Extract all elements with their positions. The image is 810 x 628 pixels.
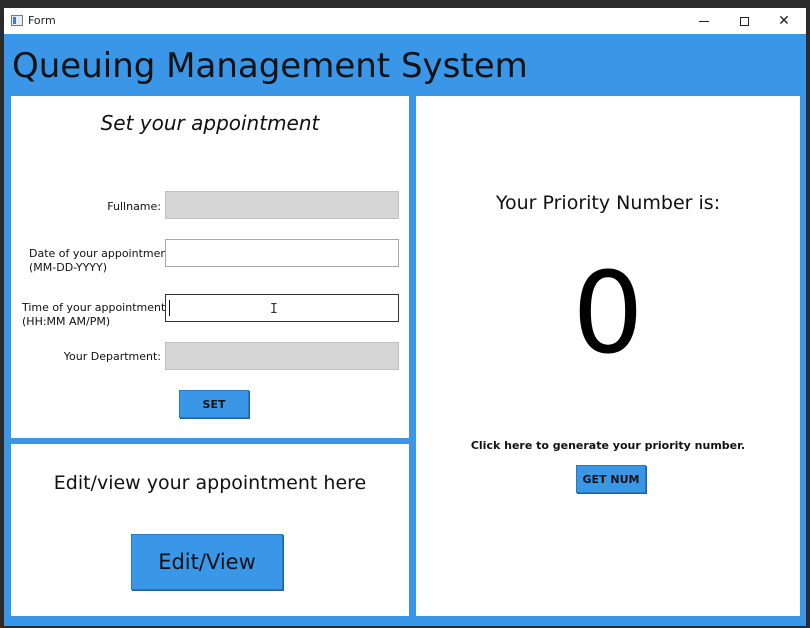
- window-app-icon: [11, 15, 23, 26]
- edit-view-panel: Edit/view your appointment here Edit/Vie…: [11, 444, 409, 616]
- close-icon: ✕: [778, 13, 790, 29]
- get-num-button[interactable]: GET NUM: [576, 465, 646, 493]
- priority-number-display: 0: [572, 249, 644, 379]
- edit-view-heading: Edit/view your appointment here: [53, 472, 367, 494]
- time-field[interactable]: I: [165, 294, 399, 322]
- date-label-line2: (MM-DD-YYYY): [29, 261, 108, 274]
- minimize-button[interactable]: [684, 8, 724, 34]
- i-beam-cursor-icon: I: [270, 302, 278, 317]
- department-label: Your Department:: [63, 350, 161, 363]
- department-field[interactable]: [165, 342, 399, 370]
- time-label-line1: Time of your appointment:: [22, 301, 169, 314]
- app-window: Form ✕ Queuing Management System Set you…: [4, 8, 806, 626]
- fullname-field[interactable]: [165, 191, 399, 219]
- maximize-button[interactable]: [724, 8, 764, 34]
- edit-view-button[interactable]: Edit/View: [131, 534, 283, 590]
- date-label: Date of your appointment: (MM-DD-YYYY): [29, 247, 175, 275]
- date-field[interactable]: [165, 239, 399, 267]
- date-label-line1: Date of your appointment:: [29, 247, 176, 260]
- appointment-form-panel: Set your appointment Fullname: Date of y…: [11, 96, 409, 438]
- fullname-label: Fullname:: [107, 200, 161, 213]
- minimize-icon: [699, 20, 709, 22]
- title-bar[interactable]: Form ✕: [4, 8, 806, 34]
- time-label: Time of your appointment: (HH:MM AM/PM): [22, 301, 169, 329]
- maximize-icon: [739, 16, 749, 26]
- appointment-heading: Set your appointment: [100, 111, 320, 135]
- time-label-line2: (HH:MM AM/PM): [22, 315, 111, 328]
- set-button[interactable]: SET: [179, 390, 249, 418]
- priority-number-panel: Your Priority Number is: 0 Click here to…: [416, 96, 800, 616]
- priority-label: Your Priority Number is:: [495, 192, 721, 214]
- page-title: Queuing Management System: [12, 46, 528, 86]
- close-button[interactable]: ✕: [764, 8, 804, 34]
- generate-hint: Click here to generate your priority num…: [470, 439, 746, 452]
- window-title: Form: [28, 14, 56, 27]
- text-caret: [169, 300, 170, 316]
